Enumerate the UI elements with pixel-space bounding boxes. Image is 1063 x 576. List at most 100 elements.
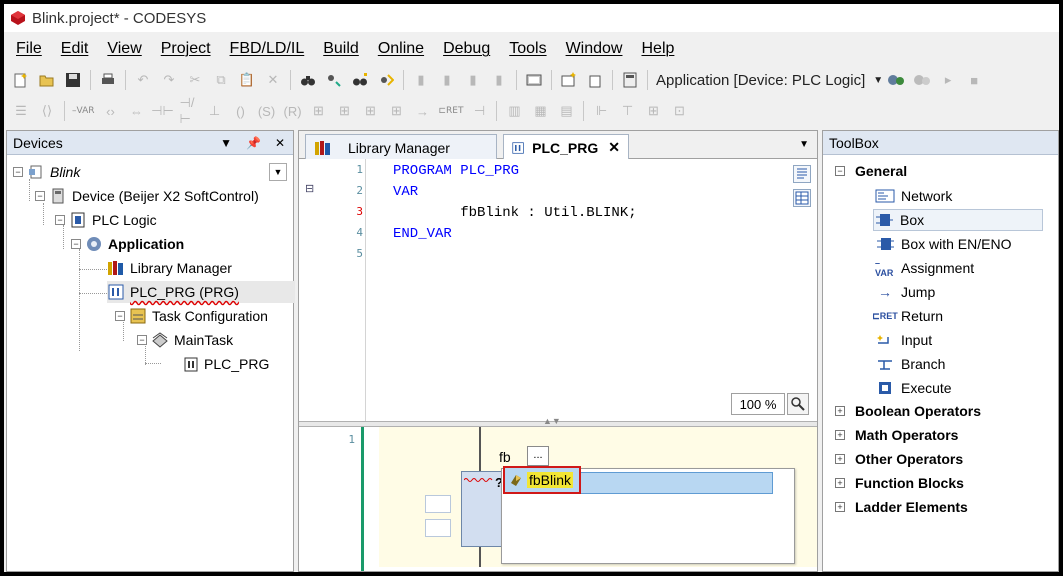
- menu-fbd-ld-il[interactable]: FBD/LD/IL: [230, 40, 305, 58]
- menu-view[interactable]: View: [107, 40, 141, 58]
- toolbox-category-boolean-operators[interactable]: + Boolean Operators: [835, 403, 981, 419]
- cut-icon[interactable]: ✂: [186, 71, 204, 89]
- insert-comment-icon[interactable]: ⟨⟩: [38, 102, 56, 120]
- find-icon[interactable]: [299, 71, 317, 89]
- delete-icon[interactable]: ✕: [264, 71, 282, 89]
- menu-window[interactable]: Window: [566, 40, 623, 58]
- zoom-icon[interactable]: [787, 393, 809, 415]
- tree-node-task-configuration[interactable]: − Task Configuration: [115, 305, 268, 327]
- code-area[interactable]: PROGRAM PLC_PRG VAR fbBlink : Util.BLINK…: [393, 161, 637, 266]
- tree-node-application[interactable]: − Application: [71, 233, 184, 255]
- insert-reset-coil-icon[interactable]: (R): [283, 102, 301, 120]
- toolbox-item-assignment[interactable]: –VAR Assignment: [875, 257, 1045, 279]
- tree-root-dropdown[interactable]: ▼: [269, 163, 287, 181]
- expand-icon[interactable]: +: [835, 478, 845, 488]
- add-object-icon[interactable]: [560, 71, 578, 89]
- expand-icon[interactable]: +: [835, 502, 845, 512]
- insert-negated-contact-icon[interactable]: ⊣/⊢: [180, 95, 198, 126]
- fold-toggle-icon[interactable]: ⊟: [305, 182, 314, 195]
- menu-help[interactable]: Help: [641, 40, 674, 58]
- insert-assignment-icon[interactable]: –VAR: [72, 106, 95, 116]
- start-icon[interactable]: ▸: [939, 71, 957, 89]
- menu-tools[interactable]: Tools: [509, 40, 546, 58]
- find-replace-icon[interactable]: [325, 71, 343, 89]
- menu-edit[interactable]: Edit: [61, 40, 89, 58]
- expand-icon[interactable]: +: [835, 406, 845, 416]
- bookmark-clear-icon[interactable]: ▮: [490, 71, 508, 89]
- collapse-icon[interactable]: −: [13, 167, 23, 177]
- cross-reference-icon[interactable]: [377, 71, 395, 89]
- toolbox-item-box-with-en-eno[interactable]: Box with EN/ENO: [875, 233, 1045, 255]
- tree-node-blink[interactable]: − Blink: [13, 161, 80, 183]
- toolbox-category-math-operators[interactable]: + Math Operators: [835, 427, 958, 443]
- toolbox-item-return[interactable]: ⊏RET Return: [872, 305, 1045, 327]
- tab-library-manager[interactable]: Library Manager: [305, 134, 497, 160]
- close-tab-icon[interactable]: ✕: [608, 139, 620, 156]
- set-reset-icon[interactable]: ▤: [557, 102, 575, 120]
- insert-contact-icon[interactable]: ⊣⊢: [151, 102, 174, 120]
- tab-plc-prg[interactable]: PLC_PRG ✕: [503, 134, 629, 160]
- menu-build[interactable]: Build: [323, 40, 359, 58]
- fb-instance-browse-button[interactable]: ...: [527, 446, 549, 466]
- calculator-icon[interactable]: [621, 71, 639, 89]
- panel-dropdown-icon[interactable]: ▼: [220, 136, 232, 150]
- logout-icon[interactable]: [913, 71, 931, 89]
- pin-icon[interactable]: 📌: [246, 136, 261, 150]
- stop-icon[interactable]: ■: [965, 71, 983, 89]
- open-project-icon[interactable]: [38, 71, 56, 89]
- print-icon[interactable]: [99, 71, 117, 89]
- login-icon[interactable]: [887, 71, 905, 89]
- tree-node-library-manager[interactable]: Library Manager: [107, 257, 232, 279]
- insert-empty-box-icon[interactable]: ⊞: [362, 102, 380, 120]
- tree-node-plc-prg[interactable]: PLC_PRG (PRG): [107, 281, 295, 303]
- tree-node-plc-prg-call[interactable]: PLC_PRG: [181, 353, 269, 375]
- insert-input-icon[interactable]: ⊞: [388, 102, 406, 120]
- copy-icon[interactable]: ⧉: [212, 71, 230, 89]
- device-icon[interactable]: [525, 71, 543, 89]
- expand-icon[interactable]: +: [835, 454, 845, 464]
- tree-node-plc-logic[interactable]: − PLC Logic: [55, 209, 157, 231]
- toolbox-category-general[interactable]: − General: [835, 163, 907, 179]
- paste-icon[interactable]: 📋: [238, 71, 256, 89]
- insert-branch-icon[interactable]: ⊣: [470, 102, 488, 120]
- collapse-icon[interactable]: −: [137, 335, 147, 345]
- toolbox-item-execute[interactable]: Execute: [875, 377, 1045, 399]
- collapse-icon[interactable]: −: [115, 311, 125, 321]
- tab-list-dropdown-icon[interactable]: ▼: [799, 139, 809, 150]
- insert-box-icon[interactable]: ⊞: [310, 102, 328, 120]
- edge-detect-icon[interactable]: ▦: [531, 102, 549, 120]
- new-folder-icon[interactable]: [586, 71, 604, 89]
- active-application-selector[interactable]: Application [Device: PLC Logic] ▼: [656, 72, 883, 89]
- tree-node-device[interactable]: − Device (Beijer X2 SoftControl): [35, 185, 259, 207]
- toolbox-item-input[interactable]: Input: [875, 329, 1045, 351]
- close-icon[interactable]: ✕: [275, 136, 285, 150]
- insert-set-coil-icon[interactable]: (S): [258, 102, 276, 120]
- parallel-branch-icon[interactable]: ⊞: [644, 102, 662, 120]
- branch-start-icon[interactable]: ⊩: [592, 102, 610, 120]
- toolbox-item-network[interactable]: Network: [875, 185, 1045, 207]
- menu-file[interactable]: File: [16, 40, 42, 58]
- negate-icon[interactable]: ▥: [505, 102, 523, 120]
- bookmark-prev-icon[interactable]: ▮: [464, 71, 482, 89]
- expand-icon[interactable]: +: [835, 430, 845, 440]
- insert-return-icon[interactable]: ⊏RET: [439, 106, 464, 116]
- collapse-icon[interactable]: −: [835, 166, 845, 176]
- serial-branch-icon[interactable]: ⊡: [670, 102, 688, 120]
- declaration-editor[interactable]: 1 2 3 4 5 ⊟ PROGRAM PLC_PRG VAR fbBlink …: [299, 159, 817, 421]
- fbd-implementation-editor[interactable]: 1 fb ... ? fbBlink: [299, 427, 817, 571]
- toolbox-item-box[interactable]: Box: [873, 209, 1043, 231]
- toolbox-category-other-operators[interactable]: + Other Operators: [835, 451, 963, 467]
- fb-input-pin[interactable]: [425, 519, 451, 537]
- new-project-icon[interactable]: [12, 71, 30, 89]
- undo-icon[interactable]: ↶: [134, 71, 152, 89]
- toolbox-category-ladder-elements[interactable]: + Ladder Elements: [835, 499, 968, 515]
- collapse-icon[interactable]: −: [55, 215, 65, 225]
- find-in-project-icon[interactable]: [351, 71, 369, 89]
- branch-end-icon[interactable]: ⊤: [618, 102, 636, 120]
- menu-project[interactable]: Project: [161, 40, 211, 58]
- bookmark-icon[interactable]: ▮: [412, 71, 430, 89]
- menu-debug[interactable]: Debug: [443, 40, 490, 58]
- insert-output-icon[interactable]: →: [414, 102, 432, 120]
- toolbox-category-function-blocks[interactable]: + Function Blocks: [835, 475, 964, 491]
- bookmark-next-icon[interactable]: ▮: [438, 71, 456, 89]
